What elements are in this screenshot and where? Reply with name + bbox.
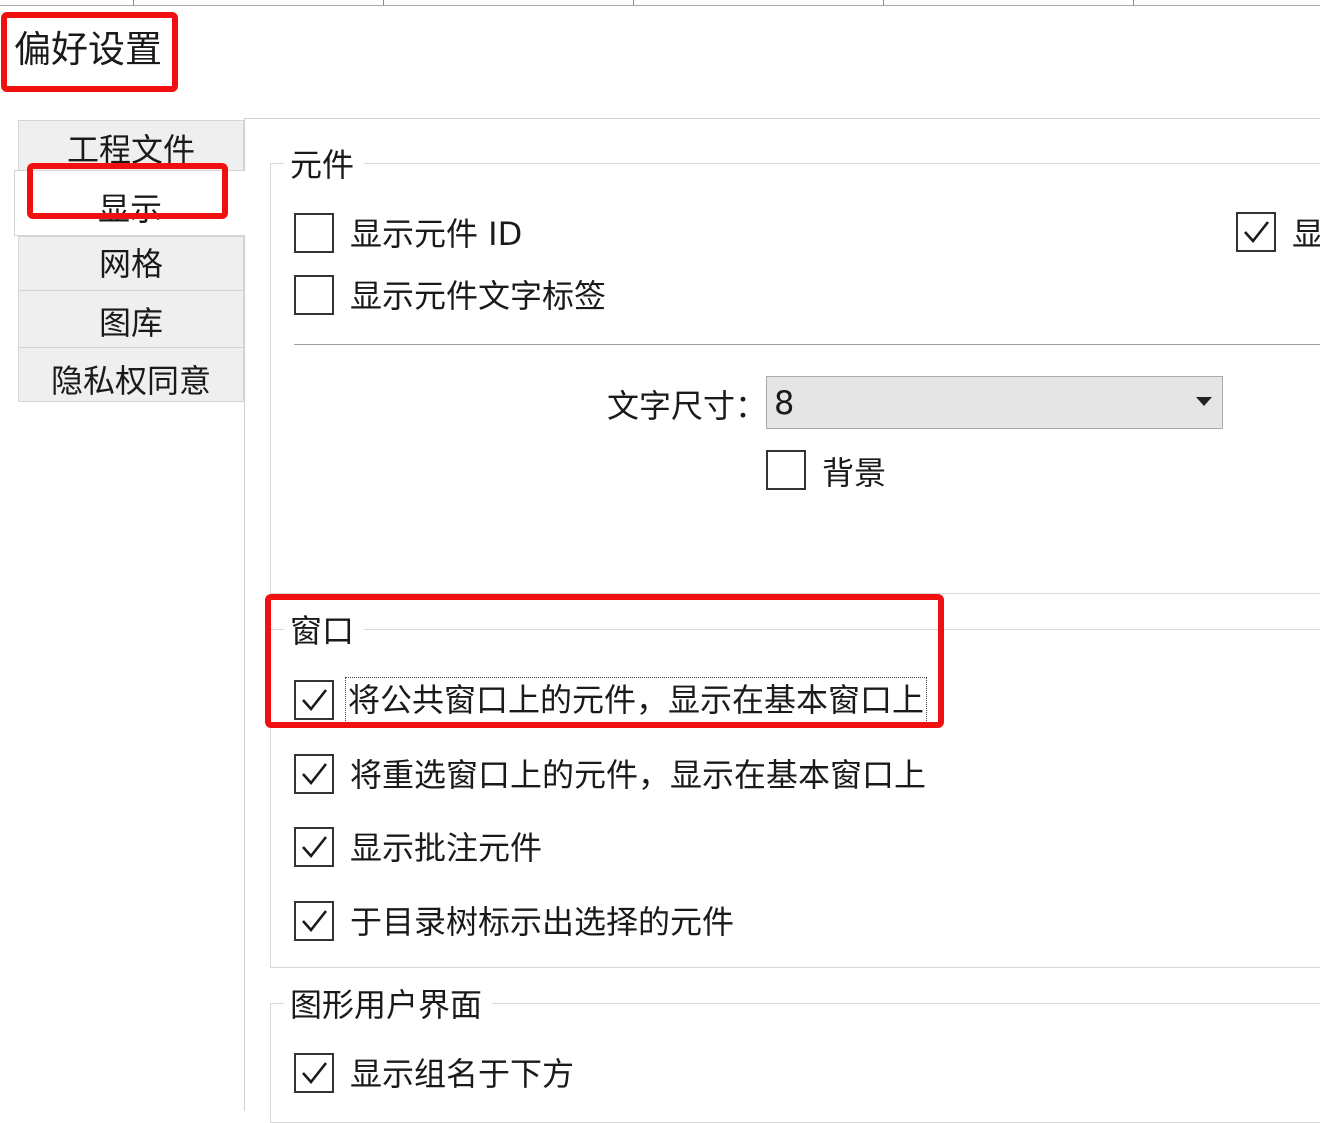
group-divider [294,344,1320,345]
top-strip-divider [883,0,884,5]
window-option-label-3: 显示批注元件 [350,829,543,867]
checkmark-icon [302,910,328,933]
window-group-legend: 窗口 [284,611,365,651]
top-strip-divider [133,0,134,5]
window-option-label-4: 于目录树标示出选择的元件 [350,903,735,941]
checkmark-icon [302,763,328,786]
window-option-checkbox-2[interactable] [294,754,334,794]
window-option-checkbox-1[interactable] [294,680,334,720]
font-size-select[interactable]: 8 [766,376,1223,429]
tab-label: 显示 [97,190,162,228]
right-option-label: 显 [1292,215,1320,253]
font-size-value: 8 [774,384,795,422]
chevron-down-icon [1196,397,1212,406]
window-option-label-2: 将重选窗口上的元件，显示在基本窗口上 [350,756,927,794]
show-component-text-label-label: 显示元件文字标签 [350,277,607,315]
top-strip-divider [633,0,634,5]
tab-library[interactable]: 图库 [18,290,244,348]
tab-display[interactable]: 显示 [14,170,245,236]
tab-label: 图库 [98,304,163,342]
checkmark-icon [1244,221,1270,244]
tab-label: 网格 [98,245,163,283]
tab-label: 隐私权同意 [50,362,211,400]
gui-option-checkbox-1[interactable] [294,1053,334,1093]
show-component-id-label: 显示元件 ID [350,215,523,253]
top-strip-divider [383,0,384,5]
top-strip-divider [1133,0,1134,5]
window-option-checkbox-4[interactable] [294,901,334,941]
page-title: 偏好设置 [14,28,162,71]
gui-option-label-1: 显示组名于下方 [350,1055,575,1093]
gui-group-legend: 图形用户界面 [284,985,493,1025]
background-label: 背景 [822,454,887,492]
right-option-checkbox[interactable] [1236,212,1276,252]
checkmark-icon [302,1062,328,1085]
background-checkbox[interactable] [766,450,806,490]
show-component-id-checkbox[interactable] [294,213,334,253]
font-size-label: 文字尺寸： [607,387,768,425]
tab-project-files[interactable]: 工程文件 [18,120,244,172]
tab-privacy-consent[interactable]: 隐私权同意 [18,347,244,402]
checkmark-icon [302,836,328,859]
window-option-checkbox-3[interactable] [294,827,334,867]
window-option-label-1: 将公共窗口上的元件，显示在基本窗口上 [344,677,928,723]
top-strip [0,0,1320,6]
tab-grid[interactable]: 网格 [18,236,244,291]
checkmark-icon [302,689,328,712]
tab-label: 工程文件 [66,131,195,169]
components-group-legend: 元件 [284,145,365,185]
show-component-text-label-checkbox[interactable] [294,275,334,315]
